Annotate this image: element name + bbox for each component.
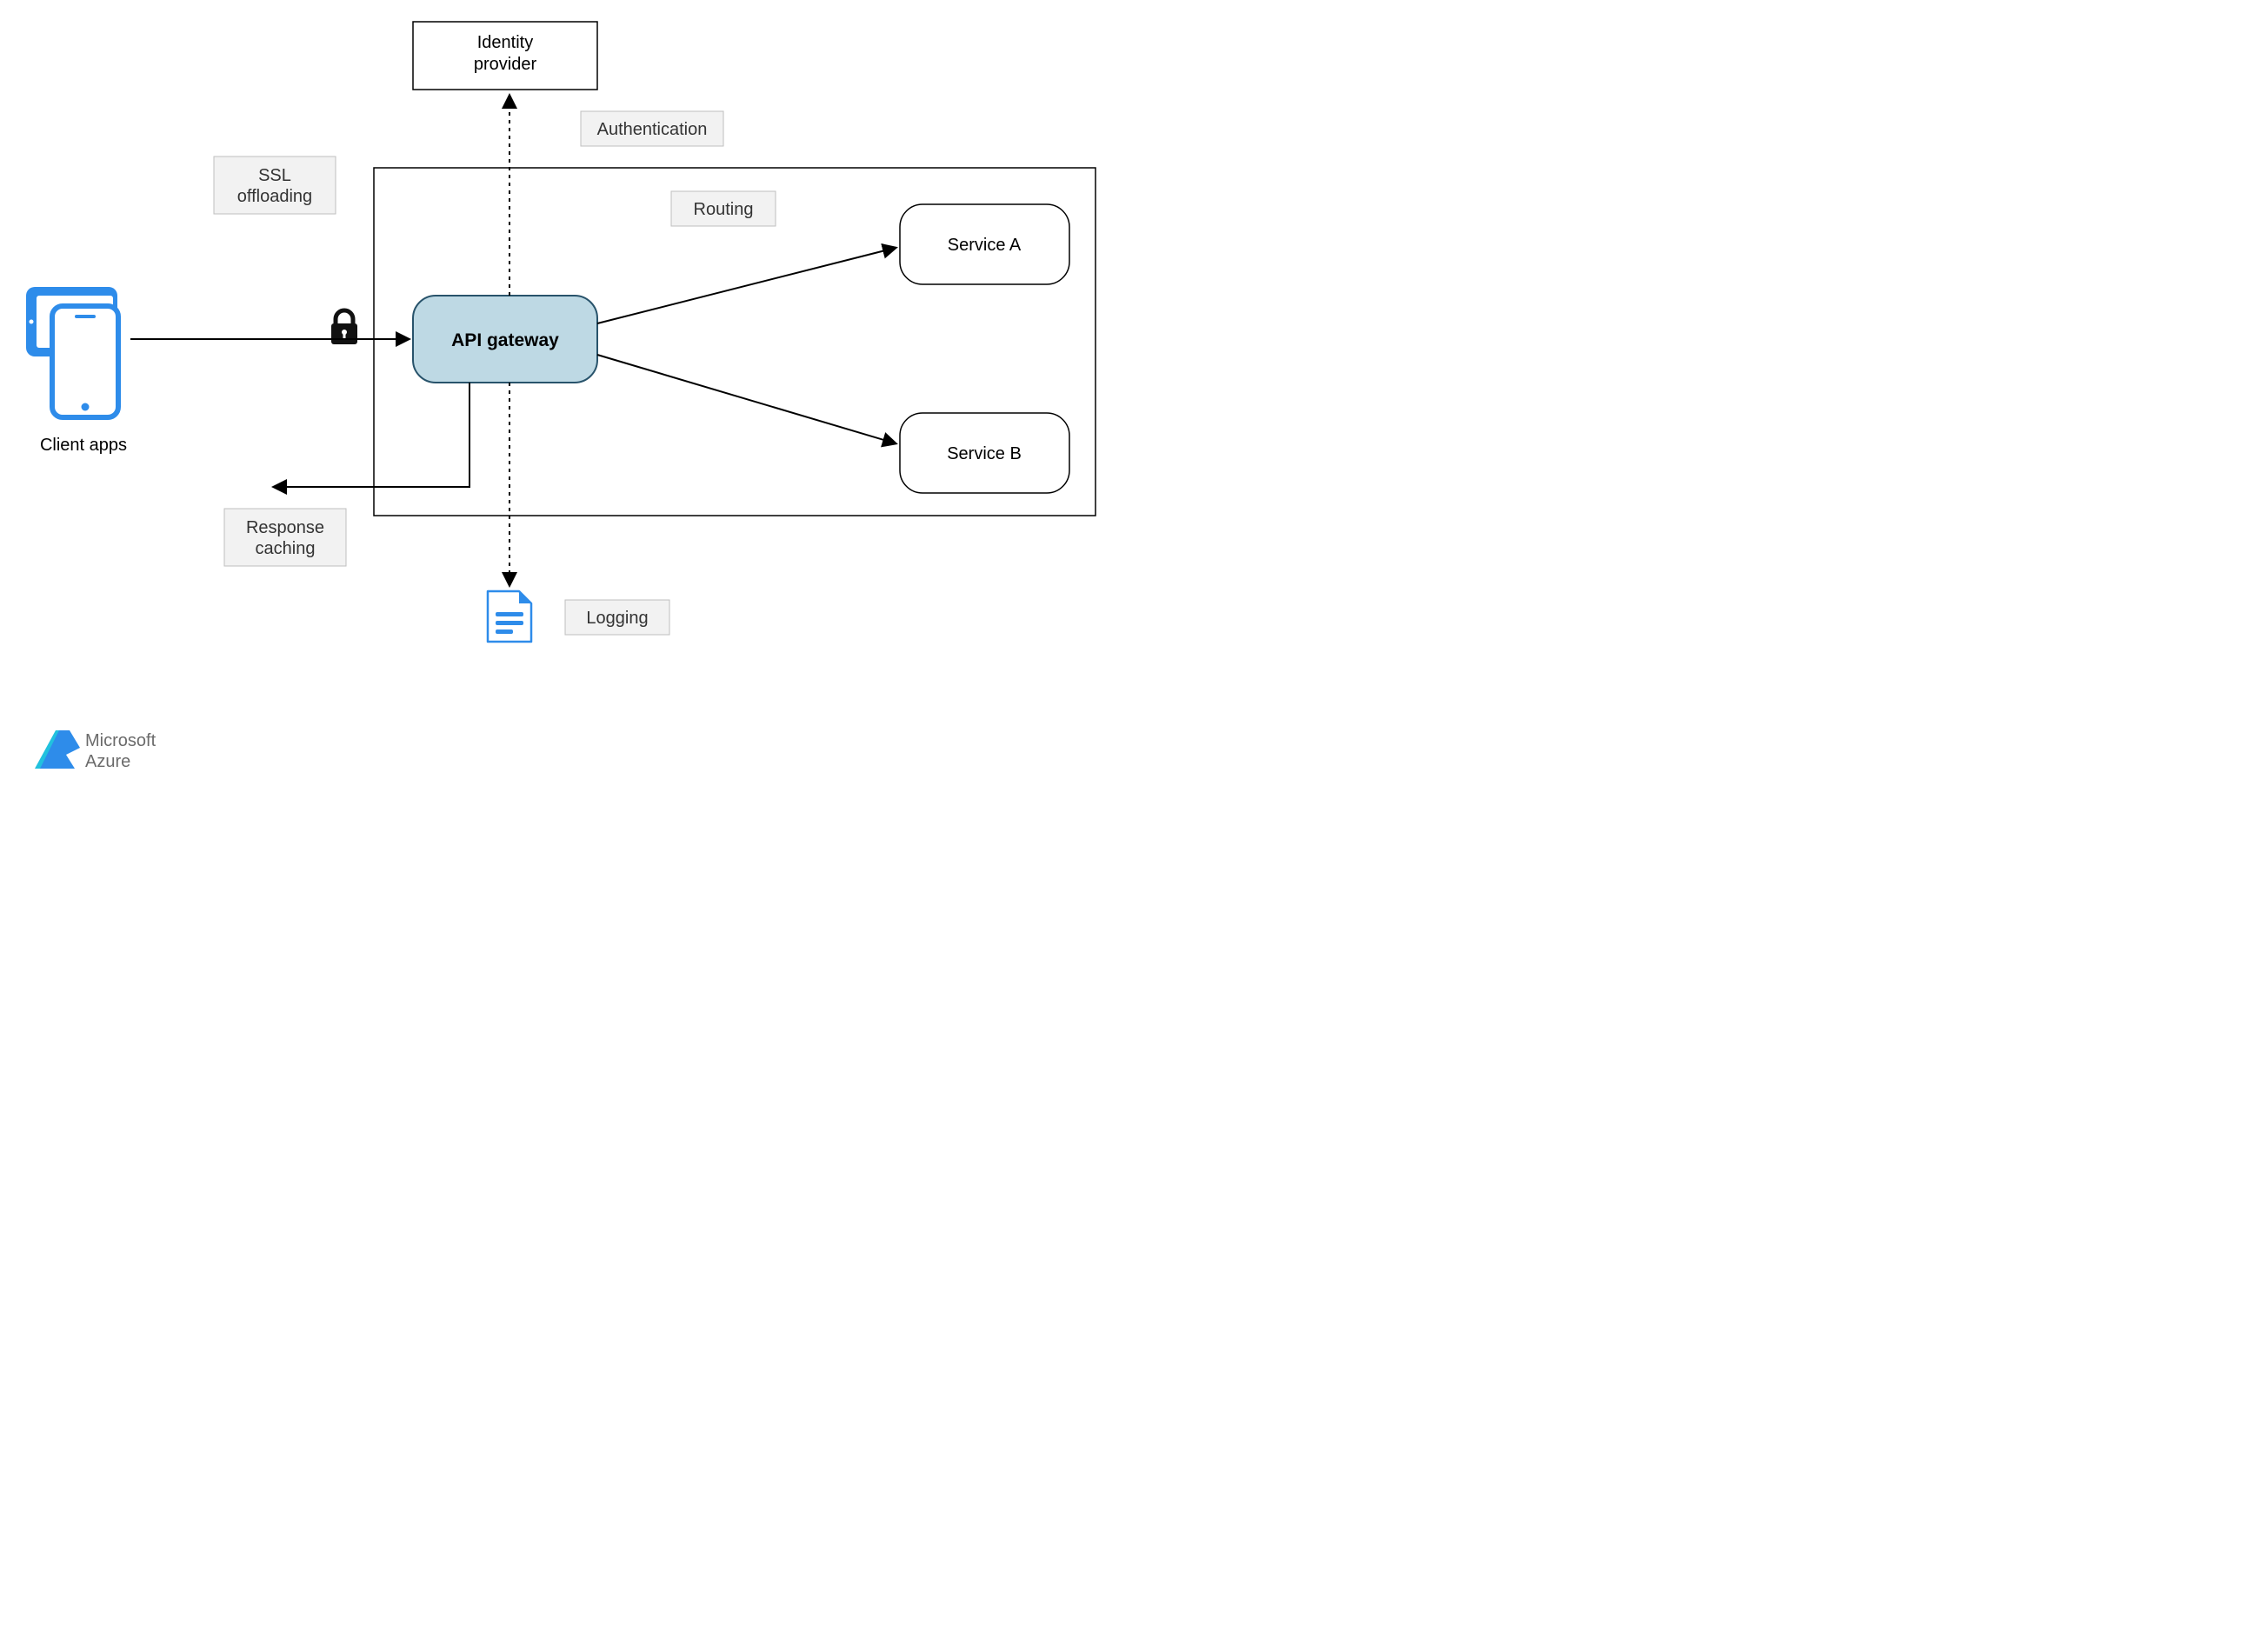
authentication-label: Authentication [597,120,708,139]
routing-label: Routing [694,200,754,219]
api-gateway-label: API gateway [451,330,559,350]
routing-tag: Routing [671,191,776,226]
ssl-offloading-label-2: offloading [237,187,312,206]
azure-brand-line-2: Azure [85,752,130,771]
ssl-offloading-tag: SSL offloading [214,157,336,214]
logging-tag: Logging [565,600,669,635]
response-caching-tag: Response caching [224,509,346,566]
edge-gateway-to-service-a [597,248,896,323]
response-caching-label-1: Response [246,518,324,537]
edge-gateway-to-caching [274,383,470,487]
edge-gateway-to-service-b [597,355,896,443]
identity-provider-node: Identity provider [413,22,597,90]
azure-brand-line-1: Microsoft [85,731,157,750]
azure-logo-icon [35,730,80,769]
identity-provider-label-1: Identity [477,33,533,52]
service-a-node: Service A [900,204,1069,284]
identity-provider-label-2: provider [474,55,537,74]
service-a-label: Service A [948,236,1022,255]
logging-label: Logging [586,609,648,628]
ssl-offloading-label-1: SSL [258,166,291,185]
document-icon [488,591,531,642]
authentication-tag: Authentication [581,111,723,146]
client-apps-label: Client apps [40,436,127,455]
client-apps-icon [26,287,118,417]
response-caching-label-2: caching [256,539,316,558]
api-gateway-node: API gateway [413,296,597,383]
service-b-node: Service B [900,413,1069,493]
service-b-label: Service B [947,444,1022,463]
